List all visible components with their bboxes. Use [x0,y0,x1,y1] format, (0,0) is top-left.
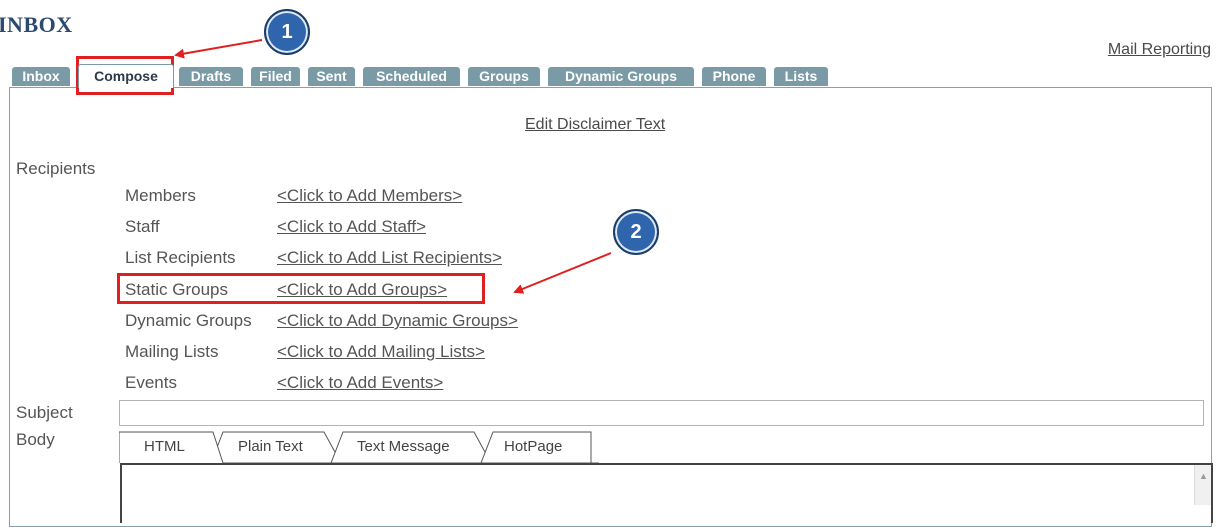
step-1-badge: 1 [264,9,310,55]
arrow-to-compose-tab [174,39,263,59]
recipient-label-list-recipients: List Recipients [125,248,236,267]
recipient-label-events: Events [125,373,177,392]
add-staff-link[interactable]: <Click to Add Staff> [277,217,426,237]
editor-tab-hotpage[interactable]: HotPage [504,438,562,455]
tab-groups[interactable]: Groups [468,67,540,86]
edit-disclaimer-link[interactable]: Edit Disclaimer Text [525,116,665,134]
recipient-label-dynamic-groups: Dynamic Groups [125,311,252,330]
add-mailing-lists-link[interactable]: <Click to Add Mailing Lists> [277,342,485,362]
mail-reporting-link[interactable]: Mail Reporting [1108,41,1211,59]
body-label: Body [16,430,55,449]
step-2-badge: 2 [613,209,659,255]
editor-tab-html[interactable]: HTML [144,438,185,455]
tab-filed[interactable]: Filed [251,67,300,86]
tab-drafts[interactable]: Drafts [179,67,243,86]
tab-compose[interactable]: Compose [78,64,174,88]
recipient-label-static-groups: Static Groups [125,280,228,299]
recipient-label-members: Members [125,186,196,205]
tab-phone[interactable]: Phone [702,67,766,86]
subject-label: Subject [16,403,73,422]
tab-sent[interactable]: Sent [308,67,355,86]
add-members-link[interactable]: <Click to Add Members> [277,186,462,206]
editor-tab-text-message[interactable]: Text Message [357,438,450,455]
scroll-up-arrow-icon[interactable]: ▲ [1199,471,1208,481]
add-events-link[interactable]: <Click to Add Events> [277,373,443,393]
tab-dynamic-groups[interactable]: Dynamic Groups [548,67,694,86]
add-list-recipients-link[interactable]: <Click to Add List Recipients> [277,248,502,268]
tab-inbox[interactable]: Inbox [12,67,70,86]
editor-tab-plain-text[interactable]: Plain Text [238,438,303,455]
body-editor[interactable]: ▲ [120,463,1213,523]
add-dynamic-groups-link[interactable]: <Click to Add Dynamic Groups> [277,311,518,331]
subject-input[interactable] [119,400,1204,426]
recipients-label: Recipients [16,159,96,178]
tab-scheduled[interactable]: Scheduled [363,67,460,86]
add-groups-link[interactable]: <Click to Add Groups> [277,280,447,300]
page-title: INBOX [0,12,73,37]
recipient-label-staff: Staff [125,217,160,236]
editor-tab-bar: HTML Plain Text Text Message HotPage [119,430,599,464]
tab-lists[interactable]: Lists [774,67,828,86]
recipient-label-mailing-lists: Mailing Lists [125,342,219,361]
editor-scrollbar[interactable]: ▲ [1194,465,1211,505]
